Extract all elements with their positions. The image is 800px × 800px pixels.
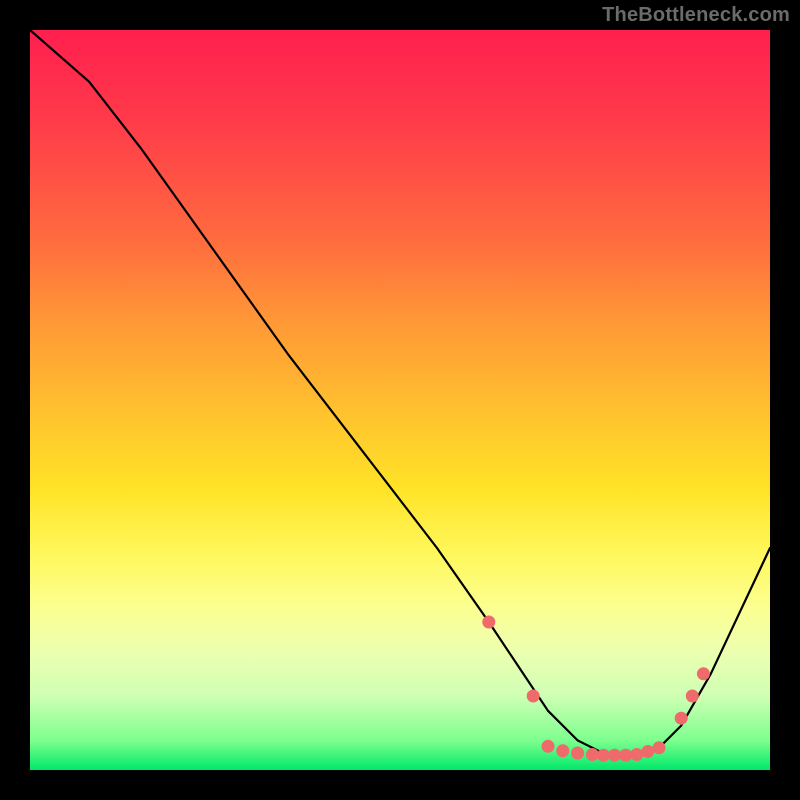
- marker-dot: [653, 741, 666, 754]
- marker-dot: [619, 749, 632, 762]
- marker-dot: [686, 690, 699, 703]
- marker-dot: [697, 667, 710, 680]
- marker-dot: [482, 616, 495, 629]
- marker-dot: [641, 745, 654, 758]
- marker-dot: [630, 748, 643, 761]
- marker-dot: [597, 749, 610, 762]
- marker-dot: [586, 748, 599, 761]
- chart-svg: [30, 30, 770, 770]
- marker-dot: [556, 744, 569, 757]
- marker-group: [482, 616, 710, 762]
- attribution-label: TheBottleneck.com: [602, 4, 790, 27]
- marker-dot: [571, 747, 584, 760]
- plot-area: [30, 30, 770, 770]
- chart-container: TheBottleneck.com: [0, 0, 800, 800]
- marker-dot: [527, 690, 540, 703]
- bottleneck-curve: [30, 30, 770, 755]
- marker-dot: [675, 712, 688, 725]
- marker-dot: [542, 740, 555, 753]
- marker-dot: [608, 749, 621, 762]
